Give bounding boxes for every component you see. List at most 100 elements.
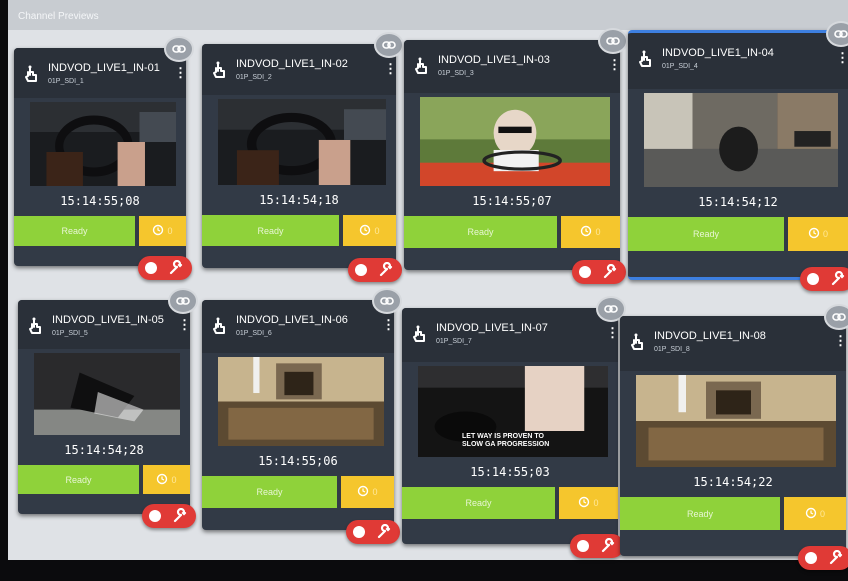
clock-icon	[580, 225, 592, 239]
record-toggle[interactable]	[348, 258, 402, 282]
channel-card[interactable]: INDVOD_LIVE1_IN-04 01P_SDI_4 ⋮ 15:14:54;…	[628, 21, 848, 291]
preview-overlay-text: LET WAY IS PROVEN TO SLOW GA PROGRESSION	[462, 433, 550, 448]
record-toggle[interactable]	[800, 267, 848, 291]
status-row: Ready 0	[14, 216, 186, 246]
wrench-icon[interactable]	[600, 537, 616, 554]
wrench-icon[interactable]	[830, 270, 846, 287]
video-preview[interactable]: LET WAY IS PROVEN TO SLOW GA PROGRESSION	[418, 366, 608, 457]
header-bar: Channel Previews	[8, 0, 848, 30]
more-options-icon[interactable]: ⋮	[836, 51, 848, 65]
timecode: 15:14:54;28	[64, 443, 144, 457]
link-icon[interactable]	[168, 288, 198, 314]
channel-name: INDVOD_LIVE1_IN-04	[662, 47, 774, 59]
record-toggle[interactable]	[570, 534, 624, 558]
ready-status-button[interactable]: Ready	[628, 217, 784, 251]
record-toggle[interactable]	[798, 546, 848, 570]
channel-card[interactable]: INDVOD_LIVE1_IN-06 01P_SDI_6 ⋮ 15:14:55;…	[202, 288, 402, 544]
link-icon[interactable]	[374, 32, 404, 58]
record-toggle[interactable]	[138, 256, 192, 280]
pointer-hand-icon[interactable]	[212, 61, 228, 79]
record-toggle[interactable]	[572, 260, 626, 284]
card-header: INDVOD_LIVE1_IN-06 01P_SDI_6 ⋮	[202, 300, 395, 353]
timer-button[interactable]: 0	[784, 497, 846, 530]
toggle-knob	[577, 540, 589, 552]
more-options-icon[interactable]: ⋮	[174, 66, 187, 80]
pointer-hand-icon[interactable]	[412, 325, 428, 343]
pointer-hand-icon[interactable]	[630, 333, 646, 351]
channel-name: INDVOD_LIVE1_IN-03	[438, 54, 550, 66]
ready-status-button[interactable]: Ready	[202, 215, 339, 246]
more-options-icon[interactable]: ⋮	[608, 58, 621, 72]
timer-button[interactable]: 0	[343, 215, 396, 246]
channel-source: 01P_SDI_3	[438, 70, 474, 77]
more-options-icon[interactable]: ⋮	[606, 326, 619, 340]
more-options-icon[interactable]: ⋮	[382, 318, 395, 332]
video-preview[interactable]	[218, 99, 386, 185]
timer-value: 0	[595, 227, 601, 237]
channel-source: 01P_SDI_4	[662, 63, 698, 70]
wrench-icon[interactable]	[376, 523, 392, 540]
clock-icon	[156, 473, 168, 487]
ready-status-button[interactable]: Ready	[18, 465, 139, 494]
card-header: INDVOD_LIVE1_IN-01 01P_SDI_1 ⋮	[14, 48, 187, 98]
timer-button[interactable]: 0	[788, 217, 848, 251]
wrench-icon[interactable]	[602, 263, 618, 280]
timer-button[interactable]: 0	[139, 216, 186, 246]
toggle-knob	[579, 266, 591, 278]
video-preview[interactable]	[644, 93, 838, 187]
status-row: Ready 0	[620, 497, 846, 530]
toggle-knob	[807, 273, 819, 285]
channel-card[interactable]: INDVOD_LIVE1_IN-02 01P_SDI_2 ⋮ 15:14:54;…	[202, 32, 404, 282]
channel-name: INDVOD_LIVE1_IN-05	[52, 314, 164, 326]
link-icon[interactable]	[164, 36, 194, 62]
more-options-icon[interactable]: ⋮	[384, 62, 397, 76]
timer-value: 0	[167, 226, 173, 236]
timer-button[interactable]: 0	[143, 465, 190, 494]
channel-previews-screen: Channel Previews INDVOD_LIVE1_IN-01 01P_…	[8, 0, 848, 570]
wrench-icon[interactable]	[828, 549, 844, 566]
ready-status-button[interactable]: Ready	[14, 216, 135, 246]
video-preview[interactable]	[420, 97, 610, 186]
record-toggle[interactable]	[142, 504, 196, 528]
pointer-hand-icon[interactable]	[28, 317, 44, 335]
channel-card[interactable]: INDVOD_LIVE1_IN-05 01P_SDI_5 ⋮ 15:14:54;…	[18, 288, 198, 528]
status-row: Ready 0	[202, 215, 396, 246]
wrench-icon[interactable]	[172, 507, 188, 524]
channel-card[interactable]: INDVOD_LIVE1_IN-08 01P_SDI_8 ⋮ 15:14:54;…	[620, 304, 848, 570]
timecode: 15:14:55;08	[60, 194, 140, 208]
timer-button[interactable]: 0	[341, 476, 394, 508]
timecode: 15:14:54;22	[693, 475, 773, 489]
record-toggle[interactable]	[346, 520, 400, 544]
link-icon[interactable]	[372, 288, 402, 314]
video-preview[interactable]	[34, 353, 180, 435]
wrench-icon[interactable]	[378, 261, 394, 278]
more-options-icon[interactable]: ⋮	[834, 334, 847, 348]
more-options-icon[interactable]: ⋮	[178, 318, 191, 332]
pointer-hand-icon[interactable]	[212, 317, 228, 335]
pointer-hand-icon[interactable]	[638, 50, 654, 68]
ready-status-button[interactable]: Ready	[202, 476, 337, 508]
video-preview[interactable]	[218, 357, 384, 446]
wrench-icon[interactable]	[168, 259, 184, 276]
card-header: INDVOD_LIVE1_IN-05 01P_SDI_5 ⋮	[18, 300, 191, 349]
link-icon[interactable]	[598, 28, 628, 54]
channel-card[interactable]: INDVOD_LIVE1_IN-07 01P_SDI_7 ⋮ LET WAY I…	[402, 296, 626, 558]
card-header: INDVOD_LIVE1_IN-07 01P_SDI_7 ⋮	[402, 308, 619, 362]
timecode: 15:14:54;12	[698, 195, 778, 209]
channel-card[interactable]: INDVOD_LIVE1_IN-03 01P_SDI_3 ⋮ 15:14:55;…	[404, 28, 628, 284]
status-row: Ready 0	[202, 476, 394, 508]
link-icon[interactable]	[826, 21, 848, 47]
video-preview[interactable]	[30, 102, 176, 186]
channel-card[interactable]: INDVOD_LIVE1_IN-01 01P_SDI_1 ⋮ 15:14:55;…	[14, 36, 194, 280]
timer-value: 0	[171, 474, 177, 485]
ready-status-button[interactable]: Ready	[404, 216, 557, 248]
pointer-hand-icon[interactable]	[24, 65, 40, 83]
timer-button[interactable]: 0	[559, 487, 618, 519]
video-preview[interactable]	[636, 375, 836, 467]
ready-status-button[interactable]: Ready	[402, 487, 555, 519]
timer-button[interactable]: 0	[561, 216, 620, 248]
ready-status-button[interactable]: Ready	[620, 497, 780, 530]
toggle-knob	[805, 552, 817, 564]
link-icon[interactable]	[824, 304, 848, 330]
pointer-hand-icon[interactable]	[414, 57, 430, 75]
